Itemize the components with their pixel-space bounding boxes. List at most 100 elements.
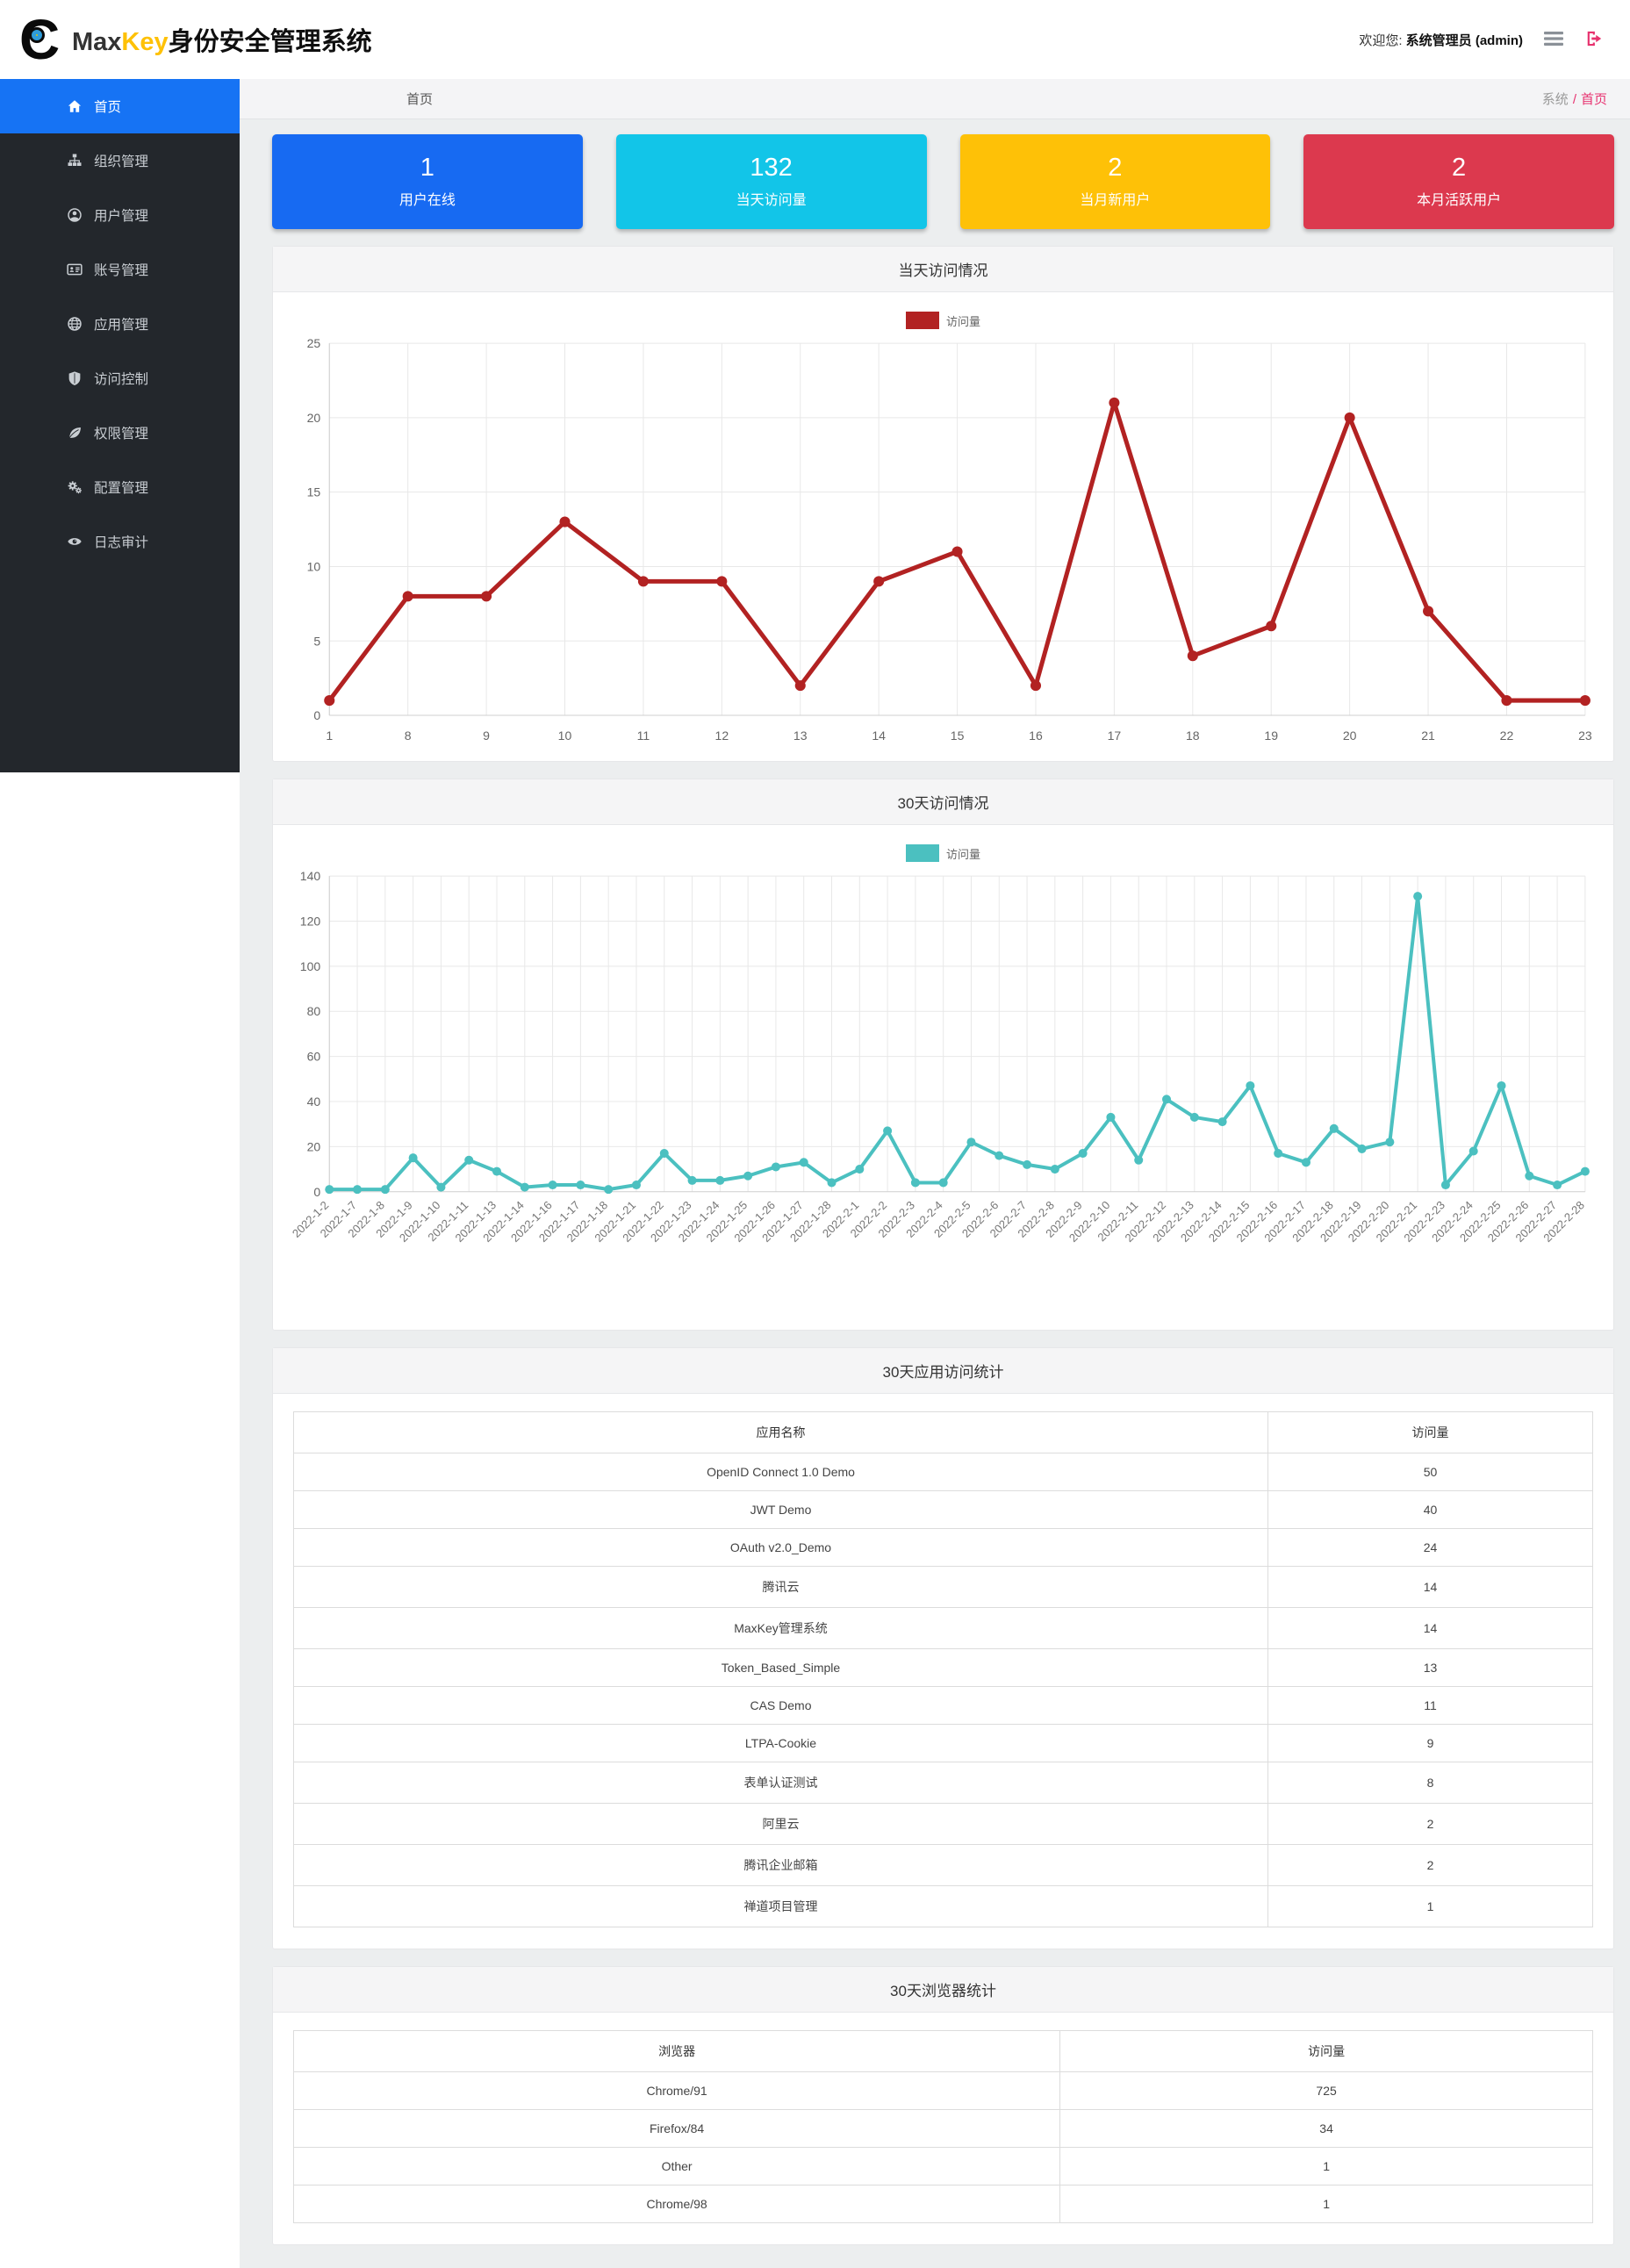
legend-swatch [906, 312, 939, 329]
page-title: 首页 [406, 90, 433, 108]
sidebar-item-config-mgmt[interactable]: 配置管理 [0, 460, 240, 514]
sidebar-item-perm-mgmt[interactable]: 权限管理 [0, 406, 240, 460]
menu-toggle-button[interactable] [1544, 31, 1563, 49]
app-logo: C MaxKey身份安全管理系统 [19, 11, 372, 68]
stat-cards: 1用户在线 132 当天访问量 2当月新用户 2 本月活跃用户 [272, 134, 1614, 229]
svg-text:60: 60 [307, 1050, 321, 1064]
svg-text:40: 40 [307, 1095, 321, 1109]
browser-stats-table: 浏览器访问量Chrome/91725Firefox/8434Other1Chro… [293, 2030, 1593, 2223]
table-cell: JWT Demo [294, 1490, 1268, 1528]
logo-text-key: Key [121, 28, 168, 56]
header-right: 欢迎您: 系统管理员 (admin) [1359, 30, 1604, 50]
table-cell: Chrome/91 [294, 2071, 1060, 2109]
table-cell: 腾讯企业邮箱 [294, 1844, 1268, 1885]
cogs-icon [67, 479, 83, 495]
legend-swatch [906, 844, 939, 862]
table-cell: Firefox/84 [294, 2109, 1060, 2147]
dashboard-content: 1用户在线132当天访问量2当月新用户2本月活跃用户 当天访问情况 访问量 05… [240, 119, 1630, 2245]
table-cell: CAS Demo [294, 1686, 1268, 1724]
stat-label: 当天访问量 [616, 194, 927, 208]
table-row: Token_Based_Simple13 [294, 1648, 1593, 1686]
column-header: 访问量 [1268, 1411, 1593, 1453]
sidebar-item-home[interactable]: 首页 [0, 79, 240, 133]
sidebar-item-app-mgmt[interactable]: 应用管理 [0, 297, 240, 351]
table-cell: 50 [1268, 1453, 1593, 1490]
svg-text:15: 15 [951, 728, 965, 743]
stat-card-visits-today[interactable]: 132 当天访问量 [616, 134, 927, 229]
sidebar-item-label: 组织管理 [94, 151, 148, 170]
table-cell: 24 [1268, 1528, 1593, 1566]
table-cell: 8 [1268, 1762, 1593, 1803]
welcome-prefix: 欢迎您: [1359, 33, 1402, 48]
stat-label: 本月活跃用户 [1303, 194, 1614, 208]
table-row: 阿里云2 [294, 1803, 1593, 1844]
logo-target-icon [32, 30, 42, 40]
table-cell: LTPA-Cookie [294, 1724, 1268, 1762]
sidebar-item-log-audit[interactable]: 日志审计 [0, 514, 240, 569]
svg-text:80: 80 [307, 1004, 321, 1018]
table-row: 腾讯企业邮箱2 [294, 1844, 1593, 1885]
sidebar-menu: 首页组织管理用户管理账号管理应用管理访问控制权限管理配置管理日志审计 [0, 79, 240, 772]
sidebar-item-access-control[interactable]: 访问控制 [0, 351, 240, 406]
sidebar-item-account-mgmt[interactable]: 账号管理 [0, 242, 240, 297]
table-cell: 阿里云 [294, 1803, 1268, 1844]
table-row: OpenID Connect 1.0 Demo50 [294, 1453, 1593, 1490]
app-visits-panel: 30天应用访问统计 应用名称访问量OpenID Connect 1.0 Demo… [272, 1347, 1614, 1949]
table-cell: MaxKey管理系统 [294, 1607, 1268, 1648]
table-row: 腾讯云14 [294, 1566, 1593, 1607]
sidebar-item-label: 应用管理 [94, 314, 148, 334]
svg-text:20: 20 [1343, 728, 1357, 743]
svg-text:20: 20 [307, 411, 321, 425]
table-row: Chrome/91725 [294, 2071, 1593, 2109]
svg-text:11: 11 [637, 728, 650, 743]
stat-card-active-users[interactable]: 2 本月活跃用户 [1303, 134, 1614, 229]
hamburger-icon [1544, 31, 1563, 49]
svg-text:19: 19 [1264, 728, 1278, 743]
logout-button[interactable] [1584, 30, 1604, 50]
svg-text:15: 15 [307, 485, 321, 499]
table-cell: 1 [1268, 1885, 1593, 1927]
svg-text:1: 1 [326, 728, 333, 743]
table-cell: Chrome/98 [294, 2185, 1060, 2222]
svg-text:10: 10 [558, 728, 572, 743]
stat-value: 1 [272, 155, 583, 181]
table-cell: 13 [1268, 1648, 1593, 1686]
today-visits-panel: 当天访问情况 访问量 05101520251891011121314151617… [272, 246, 1614, 762]
table-cell: 表单认证测试 [294, 1762, 1268, 1803]
table-row: 表单认证测试8 [294, 1762, 1593, 1803]
table-cell: 14 [1268, 1566, 1593, 1607]
svg-text:0: 0 [313, 1185, 320, 1199]
sidebar-item-label: 用户管理 [94, 205, 148, 225]
stat-value: 2 [1303, 155, 1614, 181]
shield-icon [67, 370, 83, 386]
chart-legend[interactable]: 访问量 [282, 844, 1605, 862]
panel-title: 30天浏览器统计 [273, 1967, 1613, 2013]
table-row: LTPA-Cookie9 [294, 1724, 1593, 1762]
sidebar-item-org-mgmt[interactable]: 组织管理 [0, 133, 240, 188]
table-row: JWT Demo40 [294, 1490, 1593, 1528]
welcome-user: 系统管理员 (admin) [1406, 33, 1523, 48]
svg-text:140: 140 [300, 869, 321, 883]
browser-stats-panel: 30天浏览器统计 浏览器访问量Chrome/91725Firefox/8434O… [272, 1966, 1614, 2245]
breadcrumb-section: 系统 [1542, 92, 1569, 107]
svg-text:5: 5 [313, 634, 320, 648]
stat-card-new-users[interactable]: 2当月新用户 [960, 134, 1271, 229]
column-header: 访问量 [1060, 2030, 1593, 2071]
svg-text:13: 13 [793, 728, 808, 743]
table-header-row: 浏览器访问量 [294, 2030, 1593, 2071]
table-cell: 2 [1268, 1803, 1593, 1844]
stat-card-users-online[interactable]: 1用户在线 [272, 134, 583, 229]
svg-text:0: 0 [313, 708, 320, 722]
svg-text:17: 17 [1108, 728, 1122, 743]
table-cell: 1 [1060, 2185, 1593, 2222]
table-cell: 1 [1060, 2147, 1593, 2185]
chart-legend[interactable]: 访问量 [282, 312, 1605, 329]
home-icon [67, 98, 83, 114]
table-header-row: 应用名称访问量 [294, 1411, 1593, 1453]
svg-text:100: 100 [300, 959, 321, 973]
breadcrumb-current[interactable]: 首页 [1581, 92, 1607, 107]
panel-title: 当天访问情况 [273, 247, 1613, 292]
stat-value: 132 [616, 155, 927, 181]
svg-text:120: 120 [300, 915, 321, 929]
sidebar-item-user-mgmt[interactable]: 用户管理 [0, 188, 240, 242]
